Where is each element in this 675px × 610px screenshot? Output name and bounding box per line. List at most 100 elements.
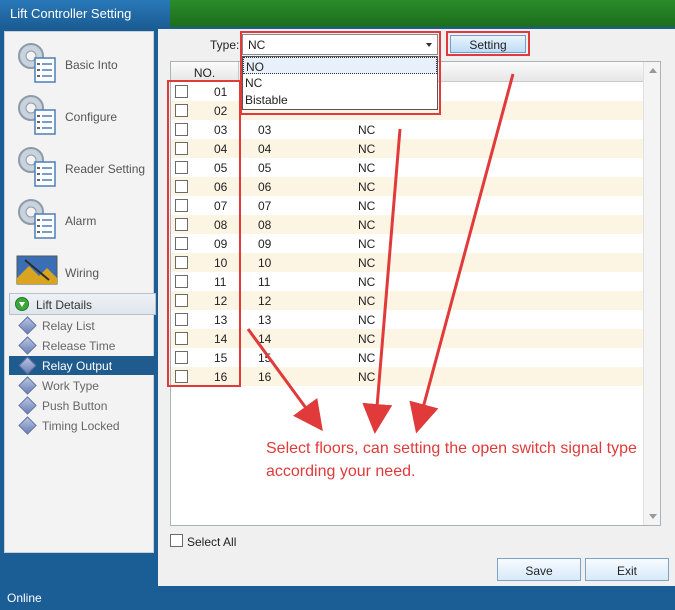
row-checkbox[interactable]	[175, 256, 188, 269]
diamond-icon	[18, 336, 37, 355]
diamond-icon	[18, 316, 37, 335]
select-all-label: Select All	[187, 535, 237, 549]
cell-type: NC	[358, 332, 376, 346]
sidebar-item-reader-setting[interactable]: Reader Setting	[11, 142, 151, 190]
cell-no: 08	[214, 218, 228, 232]
cell-floor: 09	[258, 237, 272, 251]
diamond-icon	[18, 356, 37, 375]
dropdown-option[interactable]: NC	[243, 74, 437, 91]
table-row[interactable]: 04 04 NC	[171, 139, 643, 158]
setting-button[interactable]: Setting	[450, 35, 526, 53]
diamond-icon	[18, 376, 37, 395]
table-row[interactable]: 12 12 NC	[171, 291, 643, 310]
table-row[interactable]: 11 11 NC	[171, 272, 643, 291]
type-dropdown-list: NO NC Bistable	[242, 56, 438, 110]
table-row[interactable]: 10 10 NC	[171, 253, 643, 272]
row-checkbox[interactable]	[175, 123, 188, 136]
sidebar-subitem-label: Relay List	[42, 319, 95, 333]
landscape-picture-icon	[15, 248, 59, 292]
table-row[interactable]: 03 03 NC	[171, 120, 643, 139]
cell-type: NC	[358, 351, 376, 365]
gear-checklist-icon	[15, 144, 59, 188]
sidebar-subitem-label: Relay Output	[42, 359, 113, 373]
sidebar-item-label: Reader Setting	[65, 162, 146, 176]
sidebar-item-wiring[interactable]: Wiring	[11, 246, 151, 294]
status-text: Online	[7, 591, 42, 605]
gear-checklist-icon	[15, 92, 59, 136]
cell-floor: 04	[258, 142, 272, 156]
lift-details-group[interactable]: Lift Details	[9, 293, 156, 315]
gear-checklist-icon	[15, 196, 59, 240]
cell-no: 12	[214, 294, 228, 308]
row-checkbox[interactable]	[175, 180, 188, 193]
cell-floor: 03	[258, 123, 272, 137]
table-row[interactable]: 13 13 NC	[171, 310, 643, 329]
diamond-icon	[18, 396, 37, 415]
gear-checklist-icon	[15, 40, 59, 84]
scroll-up-icon[interactable]	[649, 68, 657, 73]
sidebar-subitem-label: Work Type	[42, 379, 99, 393]
sidebar-item-alarm[interactable]: Alarm	[11, 194, 151, 242]
sidebar-subitem-push-button[interactable]: Push Button	[9, 396, 156, 415]
cell-type: NC	[358, 370, 376, 384]
table-row[interactable]: 08 08 NC	[171, 215, 643, 234]
sidebar-subitem-work-type[interactable]: Work Type	[9, 376, 156, 395]
table-row[interactable]: 16 16 NC	[171, 367, 643, 386]
table-row[interactable]: 06 06 NC	[171, 177, 643, 196]
cell-type: NC	[358, 180, 376, 194]
row-checkbox[interactable]	[175, 237, 188, 250]
list-rows: 01 02 03 03 NC 04 04 NC 05 05 NC 06 06 NC 07 07 NC 08 08 NC…	[171, 82, 643, 386]
cell-no: 01	[214, 85, 228, 99]
column-header-no[interactable]: NO.	[171, 62, 239, 81]
sidebar-subitem-relay-output[interactable]: Relay Output	[9, 356, 156, 375]
sidebar-item-basic-into[interactable]: Basic Into	[11, 38, 151, 86]
row-checkbox[interactable]	[175, 85, 188, 98]
cell-type: NC	[358, 199, 376, 213]
group-label: Lift Details	[36, 298, 93, 312]
table-row[interactable]: 15 15 NC	[171, 348, 643, 367]
row-checkbox[interactable]	[175, 218, 188, 231]
row-checkbox[interactable]	[175, 275, 188, 288]
sidebar-subitem-timing-locked[interactable]: Timing Locked	[9, 416, 156, 435]
row-checkbox[interactable]	[175, 332, 188, 345]
row-checkbox[interactable]	[175, 351, 188, 364]
table-row[interactable]: 07 07 NC	[171, 196, 643, 215]
sidebar-subitem-release-time[interactable]: Release Time	[9, 336, 156, 355]
row-checkbox[interactable]	[175, 313, 188, 326]
row-checkbox[interactable]	[175, 199, 188, 212]
table-row[interactable]: 05 05 NC	[171, 158, 643, 177]
cell-no: 10	[214, 256, 228, 270]
save-button[interactable]: Save	[497, 558, 581, 581]
scroll-down-icon[interactable]	[649, 514, 657, 519]
cell-floor: 07	[258, 199, 272, 213]
cell-no: 14	[214, 332, 228, 346]
sidebar-subitem-relay-list[interactable]: Relay List	[9, 316, 156, 335]
row-checkbox[interactable]	[175, 161, 188, 174]
row-checkbox[interactable]	[175, 142, 188, 155]
app-window: Lift Controller Setting Basic Into Config…	[0, 0, 675, 610]
row-checkbox[interactable]	[175, 104, 188, 117]
sidebar-item-label: Basic Into	[65, 58, 118, 72]
sidebar-item-configure[interactable]: Configure	[11, 90, 151, 138]
type-select[interactable]: NC	[242, 34, 438, 55]
cell-no: 15	[214, 351, 228, 365]
cell-no: 11	[214, 275, 227, 289]
cell-floor: 15	[258, 351, 272, 365]
expand-toggle-icon[interactable]	[15, 297, 29, 311]
sidebar-item-label: Alarm	[65, 214, 97, 228]
row-checkbox[interactable]	[175, 370, 188, 383]
cell-floor: 13	[258, 313, 272, 327]
row-checkbox[interactable]	[175, 294, 188, 307]
cell-type: NC	[358, 218, 376, 232]
checkbox[interactable]	[170, 534, 183, 547]
cell-no: 03	[214, 123, 228, 137]
dropdown-option[interactable]: Bistable	[243, 91, 437, 108]
exit-button[interactable]: Exit	[585, 558, 669, 581]
cell-floor: 05	[258, 161, 272, 175]
table-row[interactable]: 09 09 NC	[171, 234, 643, 253]
cell-floor: 14	[258, 332, 272, 346]
chevron-down-icon	[426, 43, 432, 47]
table-row[interactable]: 14 14 NC	[171, 329, 643, 348]
cell-no: 02	[214, 104, 228, 118]
dropdown-option[interactable]: NO	[243, 57, 437, 74]
